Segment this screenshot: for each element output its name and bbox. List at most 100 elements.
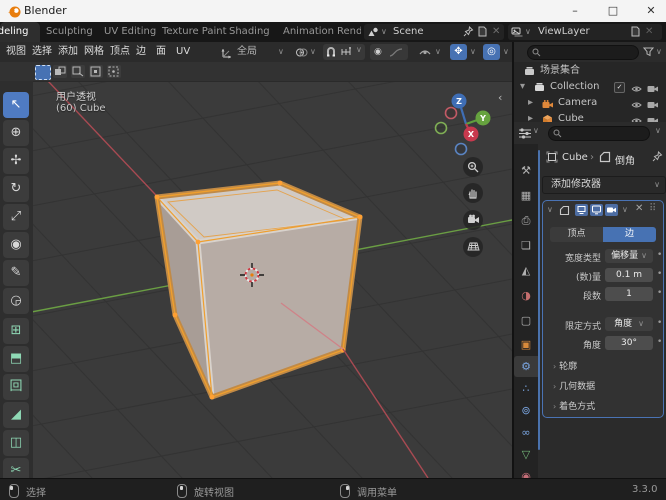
pivot-point-icon[interactable] [295, 46, 308, 62]
scene-name[interactable]: Scene [393, 24, 424, 40]
editor-type-dropdown-icon[interactable]: ∨ [533, 126, 539, 135]
animate-dot[interactable]: • [657, 318, 662, 328]
snap-dropdown-icon[interactable]: ∨ [356, 45, 362, 54]
outliner-search-input[interactable] [527, 45, 639, 60]
remove-viewlayer-icon[interactable]: ✕ [645, 24, 653, 40]
tab-constraints[interactable]: ∞ [514, 422, 538, 443]
animate-dot[interactable]: • [657, 269, 662, 279]
section-shading[interactable]: › 着色方式 [553, 399, 595, 412]
scale-tool-icon[interactable]: ⤢ [3, 204, 29, 230]
width-type-dropdown[interactable]: 偏移量 ∨ [605, 249, 653, 263]
filter-dropdown-icon[interactable]: ∨ [656, 42, 662, 62]
editor-type-icon[interactable] [518, 127, 532, 142]
tab-modifiers[interactable]: ⚙ [514, 356, 538, 377]
viewlayer-dropdown-icon[interactable]: ∨ [525, 24, 531, 40]
show-realtime-toggle[interactable] [590, 204, 603, 216]
orientation-dropdown-icon[interactable]: ∨ [278, 42, 284, 62]
tab-sculpting[interactable]: Sculpting [46, 22, 93, 42]
loop-cut-tool-icon[interactable]: ◫ [3, 430, 29, 456]
show-visibility-icon[interactable] [418, 46, 432, 62]
viewlayer-selector[interactable]: ∨ ViewLayer ✕ [508, 24, 662, 40]
affect-vertices-tab[interactable]: 顶点 [550, 227, 603, 242]
extrude-tool-icon[interactable]: ⬒ [3, 346, 29, 372]
tab-output[interactable]: ⎙ [514, 210, 538, 231]
knife-tool-icon[interactable]: ✂ [3, 458, 29, 478]
outliner-row-cube[interactable]: ▸ Cube [514, 111, 666, 122]
axis-z[interactable]: Z [451, 93, 467, 109]
breadcrumb-modifier[interactable]: 倒角 [615, 152, 635, 167]
collection-checkbox[interactable]: ✓ [614, 82, 625, 93]
show-in-editmode-toggle[interactable] [575, 204, 588, 216]
tab-shading[interactable]: Shading [229, 22, 270, 42]
measure-tool-icon[interactable]: ◶ [3, 288, 29, 314]
viewlayer-name[interactable]: ViewLayer [538, 24, 590, 40]
show-gizmo-toggle[interactable]: ✥ [450, 44, 467, 60]
menu-mesh[interactable]: 网格 [84, 42, 104, 62]
disable-render-icon[interactable] [647, 115, 659, 122]
axis-minus-x[interactable] [444, 106, 458, 120]
animate-dot[interactable]: • [657, 337, 662, 347]
tab-tool[interactable]: ⚒ [514, 160, 538, 181]
tab-modeling[interactable]: Modeling [0, 22, 40, 42]
animate-dot[interactable]: • [657, 288, 662, 298]
properties-search-input[interactable] [548, 126, 650, 141]
outliner-row-collection[interactable]: ▾ Collection ✓ [514, 79, 666, 95]
proportional-editing-icon[interactable]: ◉ [374, 44, 382, 60]
tab-rendering[interactable]: Rendering [337, 22, 361, 42]
angle-field[interactable]: 30° [605, 336, 653, 350]
select-box-tool-icon[interactable]: ↖ [3, 92, 29, 118]
tab-material[interactable]: ◉ [514, 466, 538, 478]
move-tool-icon[interactable]: ✢ [3, 148, 29, 174]
properties-options-icon[interactable]: ∨ [655, 126, 661, 135]
menu-vertex[interactable]: 顶点 [110, 42, 130, 62]
navigation-gizmo[interactable]: Z Y X [430, 85, 502, 157]
section-profile[interactable]: › 轮廓 [553, 359, 577, 372]
sidebar-collapse-icon[interactable]: ‹ [498, 91, 502, 104]
select-mode-invert[interactable] [89, 65, 103, 78]
snap-increment-icon[interactable] [340, 46, 353, 61]
new-viewlayer-icon[interactable] [630, 26, 641, 43]
select-mode-extend[interactable] [53, 65, 67, 78]
scene-dropdown-icon[interactable]: ∨ [381, 24, 387, 40]
zoom-viewport-button[interactable] [463, 157, 483, 177]
unlink-scene-icon[interactable]: ✕ [492, 24, 500, 40]
orientation-value[interactable]: 全局 [237, 42, 257, 62]
affect-edges-tab[interactable]: 边 [603, 227, 656, 242]
pan-viewport-button[interactable] [463, 183, 483, 203]
gizmo-dropdown-icon[interactable]: ∨ [470, 42, 476, 62]
cursor-tool-icon[interactable]: ⊕ [3, 120, 29, 146]
axis-minus-z[interactable] [454, 142, 468, 156]
viewport-3d[interactable]: 用户透视 (60) Cube ↖ ⊕ ✢ ↻ ⤢ ◉ ✎ ◶ ⊞ ⬒ 回 ◢ ◫… [0, 62, 512, 478]
new-scene-icon[interactable] [477, 26, 488, 43]
annotate-tool-icon[interactable]: ✎ [3, 260, 29, 286]
minimize-button[interactable]: – [558, 0, 592, 22]
breadcrumb-object[interactable]: Cube [562, 152, 588, 163]
tab-view-layer[interactable]: ❏ [514, 235, 538, 256]
animate-dot[interactable]: • [657, 250, 662, 260]
pivot-dropdown-icon[interactable]: ∨ [310, 42, 316, 62]
show-overlays-toggle[interactable]: ◎ [483, 44, 500, 60]
cube-object[interactable] [154, 180, 363, 400]
axis-x[interactable]: X [463, 126, 479, 142]
tab-texture-paint[interactable]: Texture Paint [162, 22, 227, 42]
drag-handle-icon[interactable]: ⠿ [649, 203, 656, 214]
camera-expand-icon[interactable]: ▸ [528, 95, 533, 111]
limit-method-dropdown[interactable]: 角度 ∨ [605, 317, 653, 331]
close-button[interactable]: ✕ [634, 0, 666, 22]
select-mode-subtract[interactable] [71, 65, 85, 78]
maximize-button[interactable]: □ [596, 0, 630, 22]
falloff-curve-icon[interactable] [389, 47, 403, 61]
amount-field[interactable]: 0.1 m [605, 268, 653, 282]
snap-magnet-icon[interactable] [325, 46, 337, 61]
visibility-dropdown-icon[interactable]: ∨ [435, 42, 441, 62]
tab-uv-editing[interactable]: UV Editing [104, 22, 156, 42]
bevel-tool-icon[interactable]: ◢ [3, 402, 29, 428]
section-geometry[interactable]: › 几何数据 [553, 379, 595, 392]
pin-icon[interactable] [463, 25, 474, 43]
menu-select[interactable]: 选择 [32, 42, 52, 62]
rotate-tool-icon[interactable]: ↻ [3, 176, 29, 202]
properties-scrollbar[interactable] [538, 150, 540, 450]
menu-edge[interactable]: 边 [136, 42, 146, 62]
tab-physics[interactable]: ⊚ [514, 400, 538, 421]
overlays-dropdown-icon[interactable]: ∨ [503, 42, 509, 62]
